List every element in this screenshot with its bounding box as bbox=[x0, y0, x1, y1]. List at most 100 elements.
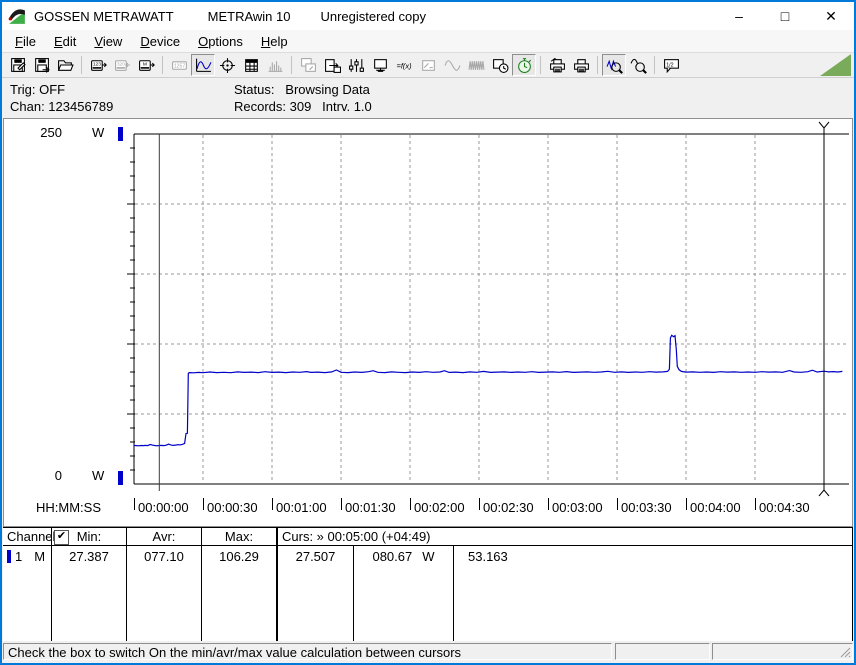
svg-text:=f(x): =f(x) bbox=[396, 61, 412, 70]
minmax-between-cursors-checkbox[interactable]: ✔ bbox=[54, 530, 69, 545]
channel-range-marker-top bbox=[118, 127, 123, 141]
menu-edit[interactable]: Edit bbox=[45, 32, 85, 51]
pulse-wave-icon bbox=[468, 60, 484, 70]
chart-view-button[interactable] bbox=[191, 54, 215, 76]
zoom-mode-button[interactable] bbox=[626, 54, 650, 76]
crosshair-icon bbox=[219, 57, 235, 73]
toolbar-separator bbox=[540, 56, 541, 74]
statusbar-hint: Check the box to switch On the min/avr/m… bbox=[3, 643, 612, 660]
printer-page-icon bbox=[549, 57, 565, 72]
wave-chart-icon bbox=[195, 58, 211, 72]
menu-file[interactable]: File bbox=[6, 32, 45, 51]
x-tick-label: 00:04:30 bbox=[759, 500, 810, 515]
comment-icon: 1/2 bbox=[663, 58, 679, 73]
cursor-button[interactable] bbox=[215, 54, 239, 76]
timer-button[interactable] bbox=[512, 54, 536, 76]
cursor-right-top-marker bbox=[818, 121, 830, 133]
table-grid-icon bbox=[244, 58, 258, 72]
cursor2-value: 080.67 bbox=[372, 549, 413, 564]
numeric-display-button: 1257 bbox=[167, 54, 191, 76]
memory-read-button[interactable]: M bbox=[134, 54, 158, 76]
x-tick-label: 00:00:00 bbox=[138, 500, 189, 515]
avr-value-cell: 077.10 bbox=[127, 546, 202, 641]
print-preview-button[interactable] bbox=[545, 54, 569, 76]
pulse-button bbox=[464, 54, 488, 76]
export-button[interactable] bbox=[320, 54, 344, 76]
printer-icon bbox=[573, 58, 589, 72]
menu-device[interactable]: Device bbox=[131, 32, 189, 51]
device-out-icon: 123 bbox=[90, 59, 107, 71]
arrange-windows-button bbox=[296, 54, 320, 76]
comment-button[interactable]: 1/2 bbox=[659, 54, 683, 76]
table-view-button[interactable] bbox=[239, 54, 263, 76]
x-tick bbox=[409, 498, 411, 510]
minimize-button[interactable]: – bbox=[716, 2, 762, 30]
floppy-pen-icon bbox=[10, 57, 26, 72]
power-trace bbox=[133, 334, 843, 447]
menu-options[interactable]: Options bbox=[189, 32, 252, 51]
zoom-time-button[interactable] bbox=[602, 54, 626, 76]
menu-view[interactable]: View bbox=[85, 32, 131, 51]
formula-button[interactable]: =f(x) bbox=[392, 54, 416, 76]
acquisition-info-panel: Trig: OFF Chan: 123456789 Status: Browsi… bbox=[2, 78, 854, 117]
floppy-arrow-icon bbox=[34, 57, 50, 73]
save-button[interactable] bbox=[5, 54, 29, 76]
sine-wave-icon bbox=[444, 59, 460, 71]
x-tick-label: 00:03:00 bbox=[552, 500, 603, 515]
window-controls: – □ ✕ bbox=[716, 2, 854, 30]
sine-button bbox=[440, 54, 464, 76]
device-m-icon: M bbox=[138, 59, 155, 71]
channel-number: 1 bbox=[15, 549, 23, 564]
title-brand: GOSSEN METRAWATT bbox=[34, 8, 174, 24]
chart-area[interactable]: 250 W 0 W HH:MM:SS 00:00:00 00:00:30 00:01… bbox=[3, 118, 853, 527]
print-button[interactable] bbox=[569, 54, 593, 76]
cursor-columns-header: Curs: » 00:05:00 (+04:49) bbox=[278, 528, 853, 546]
formula-icon: =f(x) bbox=[396, 61, 412, 70]
stopwatch-icon bbox=[517, 57, 531, 73]
axes bbox=[133, 133, 849, 485]
channel-list: Chan: 123456789 bbox=[10, 99, 114, 114]
instrument-button bbox=[416, 54, 440, 76]
cursor2-unit: W bbox=[422, 549, 435, 564]
instrument-icon bbox=[421, 59, 435, 71]
clock-meter-button[interactable] bbox=[488, 54, 512, 76]
sliders-icon bbox=[348, 58, 364, 72]
close-button[interactable]: ✕ bbox=[808, 2, 854, 30]
avr-column-header: Avr: bbox=[127, 528, 202, 546]
x-tick bbox=[133, 498, 135, 510]
svg-text:1257: 1257 bbox=[173, 63, 184, 69]
device-in-icon: 320 bbox=[114, 59, 130, 71]
x-tick-label: 00:04:00 bbox=[690, 500, 741, 515]
channel-settings-button[interactable] bbox=[344, 54, 368, 76]
x-tick-label: 00:03:30 bbox=[621, 500, 672, 515]
svg-text:M: M bbox=[142, 61, 146, 67]
resize-grip[interactable] bbox=[839, 646, 851, 658]
menu-help[interactable]: Help bbox=[252, 32, 297, 51]
y-axis-max-label: 250 bbox=[40, 125, 62, 140]
x-tick bbox=[340, 498, 342, 510]
read-device-button[interactable]: 123 bbox=[86, 54, 110, 76]
open-file-button[interactable] bbox=[53, 54, 77, 76]
title-license-note: Unregistered copy bbox=[320, 8, 426, 24]
metrawin-window: GOSSEN METRAWATT METRAwin 10 Unregistere… bbox=[0, 0, 856, 665]
x-axis-title: HH:MM:SS bbox=[36, 500, 101, 515]
y-axis-unit-top: W bbox=[92, 125, 105, 140]
min-header-label: Min: bbox=[76, 529, 102, 544]
min-value-cell: 27.387 bbox=[52, 546, 127, 641]
maximize-button[interactable]: □ bbox=[762, 2, 808, 30]
records-line: Records: 309 Intrv. 1.0 bbox=[234, 99, 372, 114]
toolbar-separator bbox=[81, 56, 82, 74]
toolbar-separator bbox=[291, 56, 292, 74]
max-value-cell: 106.29 bbox=[202, 546, 278, 641]
wave-zoom-icon bbox=[606, 59, 623, 74]
toolbar-corner-logo bbox=[820, 54, 851, 76]
channel-color-marker bbox=[7, 550, 11, 563]
histogram-button bbox=[263, 54, 287, 76]
max-column-header: Max: bbox=[202, 528, 278, 546]
cursor1-value-cell: 27.507 bbox=[278, 546, 354, 641]
x-tick bbox=[616, 498, 618, 510]
monitor-button[interactable] bbox=[368, 54, 392, 76]
save-as-button[interactable] bbox=[29, 54, 53, 76]
disk-export-icon bbox=[324, 58, 341, 73]
title-app-name: METRAwin 10 bbox=[207, 8, 291, 24]
